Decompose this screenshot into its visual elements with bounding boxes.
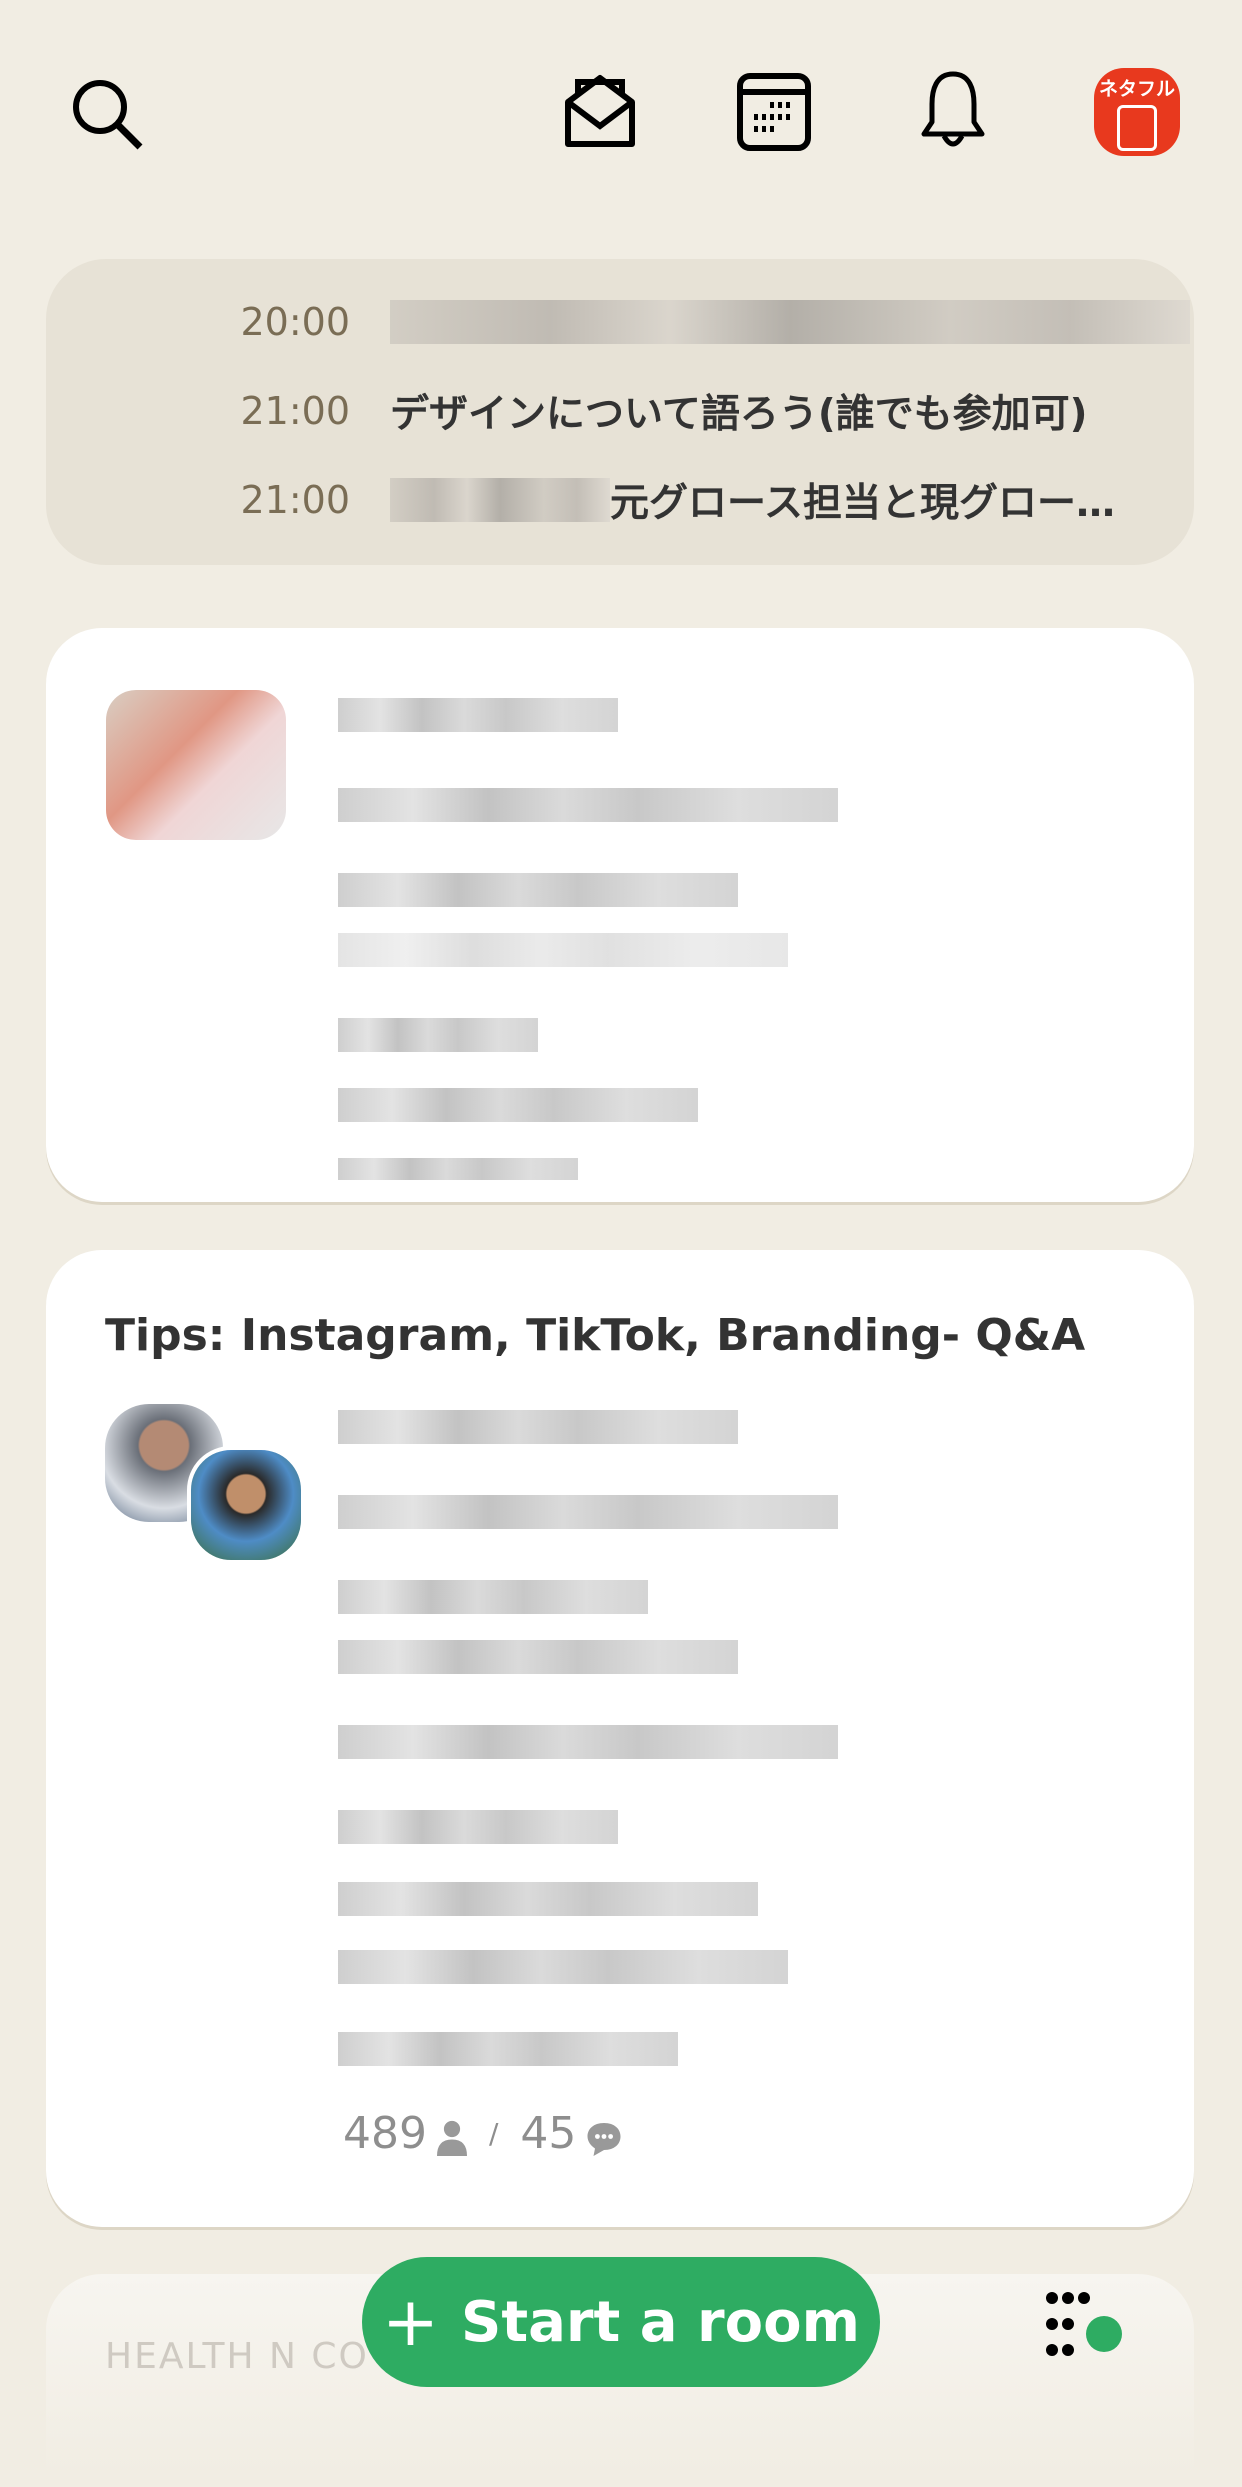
calendar-icon[interactable] <box>736 72 812 152</box>
schedule-item[interactable]: 21:00 デザインについて語ろう(誰でも参加可) <box>46 381 1194 441</box>
avatar-logo-text: ネタフル <box>1098 78 1175 100</box>
dots-grid-icon <box>1046 2292 1122 2356</box>
redacted-text <box>338 2032 678 2066</box>
club-name: HEALTH N CO <box>105 2336 369 2377</box>
profile-avatar[interactable]: ネタフル <box>1094 68 1180 156</box>
redacted-text <box>338 1950 788 1984</box>
redacted-text <box>338 1640 738 1674</box>
room-title: Tips: Instagram, TikTok, Branding- Q&A <box>105 1310 1086 1361</box>
online-users-button[interactable] <box>1044 2290 1140 2360</box>
redacted-text <box>338 1158 578 1180</box>
redacted-text <box>338 1410 738 1444</box>
search-icon[interactable] <box>68 75 148 155</box>
upcoming-schedule[interactable]: 20:00 21:00 デザインについて語ろう(誰でも参加可) 21:00 元グ… <box>46 259 1194 565</box>
schedule-item[interactable]: 20:00 <box>46 292 1194 352</box>
schedule-time: 20:00 <box>240 300 350 344</box>
redacted-text <box>390 478 610 522</box>
start-room-label: Start a room <box>461 2289 860 2355</box>
redacted-text <box>338 1018 538 1052</box>
redacted-text <box>338 788 838 822</box>
schedule-time: 21:00 <box>240 389 350 433</box>
redacted-text <box>338 933 788 967</box>
redacted-text <box>338 1882 758 1916</box>
redacted-text <box>338 1088 698 1122</box>
listener-count: 489 <box>343 2108 427 2159</box>
redacted-text <box>390 300 1190 344</box>
envelope-open-icon[interactable] <box>562 70 638 150</box>
chat-bubble-icon <box>586 2116 622 2156</box>
backpack-icon <box>1117 105 1157 151</box>
speaker-avatar <box>187 1446 305 1564</box>
person-icon <box>436 2116 467 2156</box>
redacted-text <box>338 873 738 907</box>
speaker-avatar-redacted <box>106 690 286 840</box>
redacted-text <box>338 1580 648 1614</box>
schedule-title: 元グロース担当と現グロー… <box>610 481 1116 526</box>
room-card[interactable] <box>46 628 1194 1202</box>
room-stats: 489 / 45 <box>343 2108 622 2159</box>
redacted-text <box>338 1810 618 1844</box>
redacted-text <box>338 698 618 732</box>
start-room-button[interactable]: + Start a room <box>362 2257 880 2387</box>
bell-icon[interactable] <box>918 68 988 154</box>
redacted-text <box>338 1495 838 1529</box>
plus-icon: + <box>382 2282 439 2362</box>
schedule-item[interactable]: 21:00 元グロース担当と現グロー… <box>46 470 1194 530</box>
schedule-time: 21:00 <box>240 478 350 522</box>
speaker-count: 45 <box>520 2108 577 2159</box>
redacted-text <box>338 1725 838 1759</box>
schedule-title: デザインについて語ろう(誰でも参加可) <box>390 392 1088 437</box>
room-card[interactable]: Tips: Instagram, TikTok, Branding- Q&A 4… <box>46 1250 1194 2227</box>
separator: / <box>488 2117 499 2150</box>
